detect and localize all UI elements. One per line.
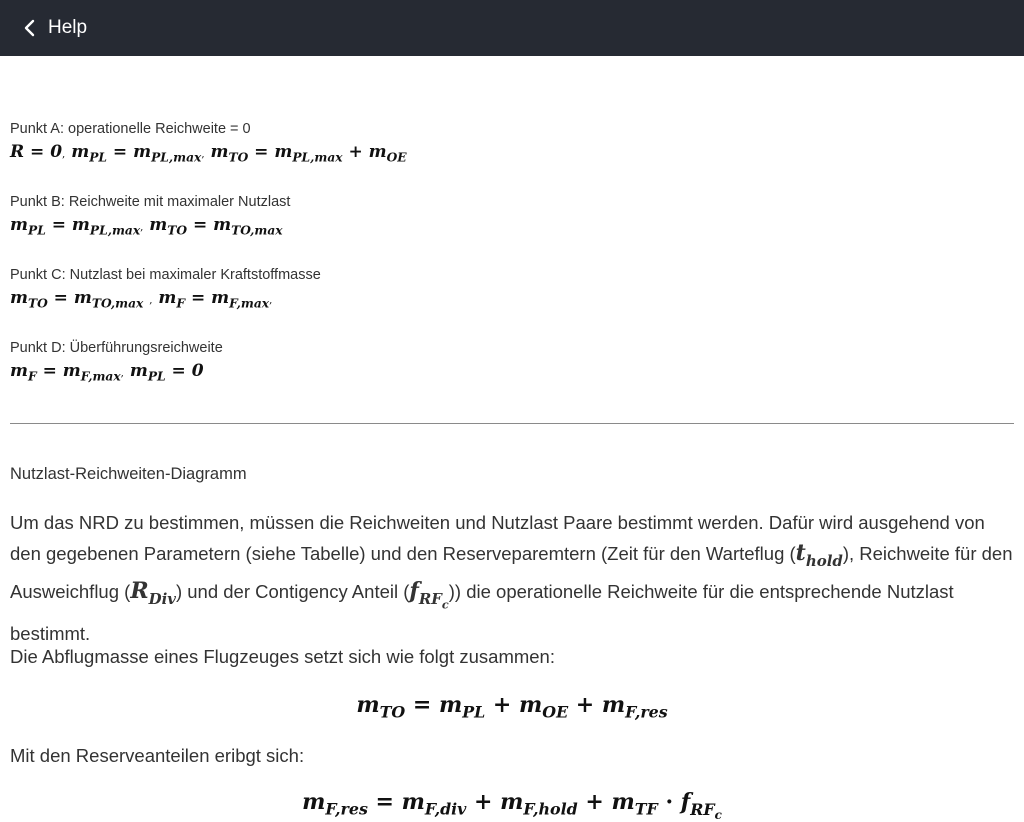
point-b-formula: mPL = mPL,max, mTO = mTO,max xyxy=(10,215,283,238)
section-divider xyxy=(10,423,1014,424)
nrd-paragraph: Um das NRD zu bestimmen, müssen die Reic… xyxy=(10,508,1014,649)
point-a: Punkt A: operationelle Reichweite = 0 R … xyxy=(10,121,407,164)
r-div-math: RDiv xyxy=(130,577,176,608)
reserve-intro: Mit den Reserveanteilen eribgt sich: xyxy=(10,745,305,766)
chevron-left-icon xyxy=(24,19,35,37)
page-title: Help xyxy=(48,17,88,38)
reserve-formula: mF,res = mF,div + mF,hold + mTF · fRFc xyxy=(302,789,722,822)
point-b: Punkt B: Reichweite mit maximaler Nutzla… xyxy=(10,194,290,237)
point-d: Punkt D: Überführungsreichweite mF = mF,… xyxy=(10,340,223,383)
point-a-label: Punkt A: operationelle Reichweite = 0 xyxy=(10,121,251,137)
para1-text-c: ) und der Contigency Anteil ( xyxy=(175,580,410,602)
takeoff-mass-intro: Die Abflugmasse eines Flugzeuges setzt s… xyxy=(10,646,555,667)
point-b-label: Punkt B: Reichweite mit maximaler Nutzla… xyxy=(10,194,291,210)
section-heading: Nutzlast-Reichweiten-Diagramm xyxy=(10,465,247,483)
app-header: Help xyxy=(0,0,1024,56)
back-button[interactable] xyxy=(18,16,42,40)
f-rfc-math: fRFc xyxy=(409,577,449,612)
t-hold-math: thold xyxy=(795,540,843,570)
point-c-formula: mTO = mTO,max , mF = mF,max, xyxy=(10,288,273,311)
point-d-label: Punkt D: Überführungsreichweite xyxy=(10,340,223,356)
point-c: Punkt C: Nutzlast bei maximaler Kraftsto… xyxy=(10,267,321,310)
point-c-label: Punkt C: Nutzlast bei maximaler Kraftsto… xyxy=(10,267,321,283)
point-a-formula: R = 0, mPL = mPL,max, mTO = mPL,max + mO… xyxy=(10,142,407,165)
takeoff-mass-formula: mTO = mPL + mOE + mF,res xyxy=(356,692,668,722)
point-d-formula: mF = mF,max, mPL = 0 xyxy=(10,361,204,384)
